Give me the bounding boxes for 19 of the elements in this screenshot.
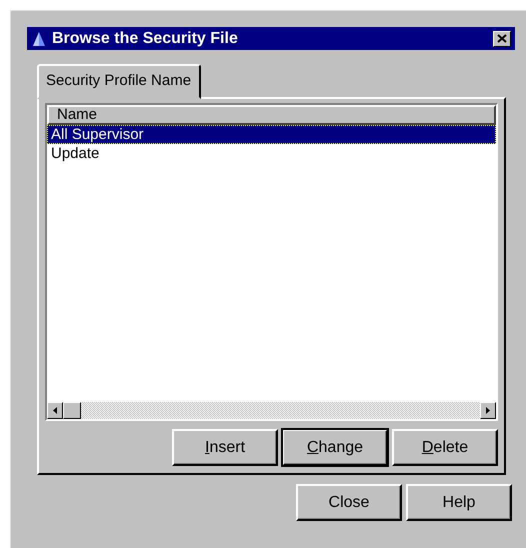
close-button[interactable] (493, 30, 511, 46)
right-arrow-icon (486, 407, 490, 414)
list-item[interactable]: All Supervisor (47, 125, 496, 144)
scroll-left-button[interactable] (47, 402, 63, 419)
tab[interactable]: Security Profile Name (37, 64, 202, 99)
left-arrow-icon (53, 407, 57, 414)
column-header[interactable]: Name (47, 105, 496, 125)
action-button[interactable]: Delete (392, 429, 498, 466)
action-button[interactable]: Help (406, 484, 512, 521)
window-title: Browse the Security File (52, 30, 239, 48)
scroll-right-button[interactable] (480, 402, 496, 419)
app-icon (32, 30, 46, 46)
scroll-thumb[interactable] (63, 402, 81, 419)
action-button[interactable]: Insert (172, 429, 278, 466)
action-button[interactable]: Change (282, 429, 388, 466)
close-icon (497, 34, 507, 43)
action-button[interactable]: Close (296, 484, 402, 521)
list-item[interactable]: Update (47, 144, 496, 163)
horizontal-scrollbar[interactable] (47, 402, 496, 419)
